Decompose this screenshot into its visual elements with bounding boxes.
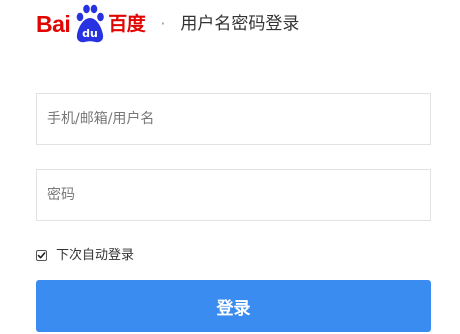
paw-du-text: du — [82, 27, 98, 40]
username-field[interactable] — [36, 93, 431, 145]
password-input[interactable] — [37, 170, 430, 220]
logo-bai-text: Bai — [36, 10, 71, 37]
login-button[interactable]: 登录 — [36, 280, 431, 332]
remember-me[interactable]: 下次自动登录 — [36, 246, 134, 264]
password-field[interactable] — [36, 169, 431, 221]
username-input[interactable] — [37, 94, 430, 144]
title-separator: · — [160, 14, 166, 33]
logo-baidu-cjk: 百度 — [108, 12, 146, 35]
remember-checkbox[interactable] — [36, 249, 47, 261]
remember-label: 下次自动登录 — [56, 247, 135, 263]
check-icon — [37, 251, 46, 258]
page-title: 用户名密码登录 — [180, 13, 300, 34]
paw-icon: du — [76, 4, 105, 43]
baidu-logo: Bai du 百度 — [36, 4, 146, 44]
header: Bai du 百度 · 用户名密码登录 — [36, 4, 299, 44]
login-button-label: 登录 — [216, 298, 251, 319]
